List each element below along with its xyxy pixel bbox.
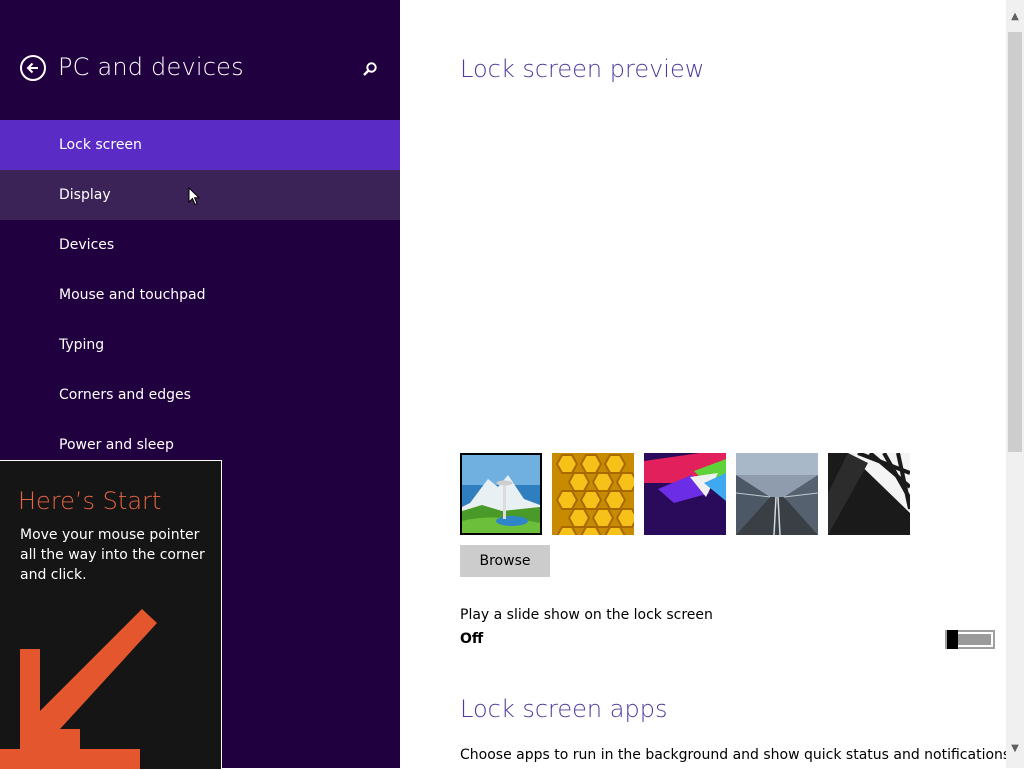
toggle-track [958, 634, 991, 645]
lock-image-honeycomb[interactable] [552, 453, 634, 535]
tip-body: Move your mouse pointer all the way into… [20, 527, 205, 583]
slideshow-toggle[interactable] [945, 630, 995, 649]
sidebar-item-typing[interactable]: Typing [0, 320, 400, 370]
start-tip-panel[interactable]: Here’s Start Move your mouse pointer all… [0, 460, 222, 770]
chevron-down-icon: ▼ [1011, 742, 1019, 754]
search-icon [363, 62, 377, 76]
corner-arrow-icon [0, 609, 157, 769]
scroll-down-button[interactable]: ▼ [1006, 738, 1024, 758]
lock-screen-image-list [460, 453, 910, 535]
toggle-knob[interactable] [947, 630, 958, 649]
sidebar-item-label: Typing [59, 337, 105, 353]
sidebar-item-corners-and-edges[interactable]: Corners and edges [0, 370, 400, 420]
lock-screen-apps-description: Choose apps to run in the background and… [460, 747, 1015, 763]
mouse-cursor-icon [188, 187, 200, 206]
sidebar-item-label: Mouse and touchpad [59, 287, 206, 303]
slideshow-label: Play a slide show on the lock screen [460, 607, 713, 623]
scrollbar-thumb[interactable] [1008, 32, 1022, 452]
sidebar-nav: Lock screen Display Devices Mouse and to… [0, 120, 400, 470]
scroll-up-button[interactable]: ▲ [1006, 6, 1024, 26]
sidebar-item-label: Lock screen [59, 137, 142, 153]
lock-image-piano[interactable] [828, 453, 910, 535]
sidebar-item-lock-screen[interactable]: Lock screen [0, 120, 400, 170]
search-button[interactable] [360, 59, 380, 79]
sidebar-item-label: Devices [59, 237, 115, 253]
browse-button[interactable]: Browse [460, 545, 550, 577]
lock-screen-apps-heading: Lock screen apps [460, 695, 668, 723]
back-arrow-icon [26, 62, 38, 74]
sidebar-item-devices[interactable]: Devices [0, 220, 400, 270]
lock-image-tunnel[interactable] [736, 453, 818, 535]
lock-image-geometric[interactable] [644, 453, 726, 535]
sidebar-item-label: Display [59, 187, 111, 203]
sidebar-item-label: Corners and edges [59, 387, 191, 403]
tip-title: Here’s Start [18, 487, 162, 515]
main-content: Lock screen preview Browse Play a slide … [400, 0, 1015, 768]
lock-image-mountain[interactable] [460, 453, 542, 535]
sidebar-item-label: Power and sleep [59, 437, 174, 453]
sidebar-item-mouse-and-touchpad[interactable]: Mouse and touchpad [0, 270, 400, 320]
back-button[interactable] [20, 55, 46, 81]
lock-screen-preview-heading: Lock screen preview [460, 55, 705, 83]
page-title: PC and devices [58, 53, 244, 81]
sidebar-item-display[interactable]: Display [0, 170, 400, 220]
vertical-scrollbar[interactable]: ▲ ▼ [1006, 0, 1024, 768]
chevron-up-icon: ▲ [1011, 10, 1019, 22]
slideshow-toggle-state: Off [460, 631, 484, 647]
